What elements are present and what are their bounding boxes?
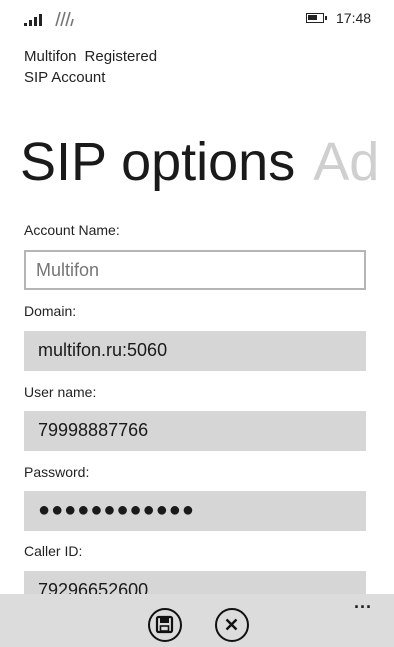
clock: 17:48 — [336, 10, 372, 26]
wifi-icon — [54, 8, 76, 28]
account-name-label: Account Name: — [24, 222, 120, 238]
pivot-header: SIP options Ad — [20, 128, 394, 196]
user-name-input[interactable]: 79998887766 — [24, 411, 366, 451]
account-name-input[interactable] — [24, 250, 366, 290]
domain-input[interactable]: multifon.ru:5060 — [24, 331, 366, 371]
user-name-label: User name: — [24, 384, 97, 400]
pivot-tab-next[interactable]: Ad — [313, 132, 379, 192]
pivot-tab-sip-options[interactable]: SIP options — [20, 132, 295, 192]
caller-id-label: Caller ID: — [24, 543, 83, 559]
account-type: SIP Account — [24, 69, 106, 86]
password-input[interactable]: ●●●●●●●●●●●● — [24, 491, 366, 531]
registration-status: Registered — [84, 48, 158, 65]
more-icon[interactable]: ... — [354, 592, 372, 613]
cancel-button[interactable] — [215, 608, 249, 642]
domain-label: Domain: — [24, 303, 77, 319]
account-header: Multifon Registered — [24, 48, 157, 65]
app-bar: ... — [0, 592, 394, 647]
account-name-title: Multifon — [24, 48, 77, 65]
save-button[interactable] — [148, 608, 182, 642]
status-bar: 17:48 — [0, 0, 394, 36]
password-label: Password: — [24, 464, 90, 480]
signal-icon — [24, 12, 46, 26]
battery-icon — [306, 13, 327, 23]
